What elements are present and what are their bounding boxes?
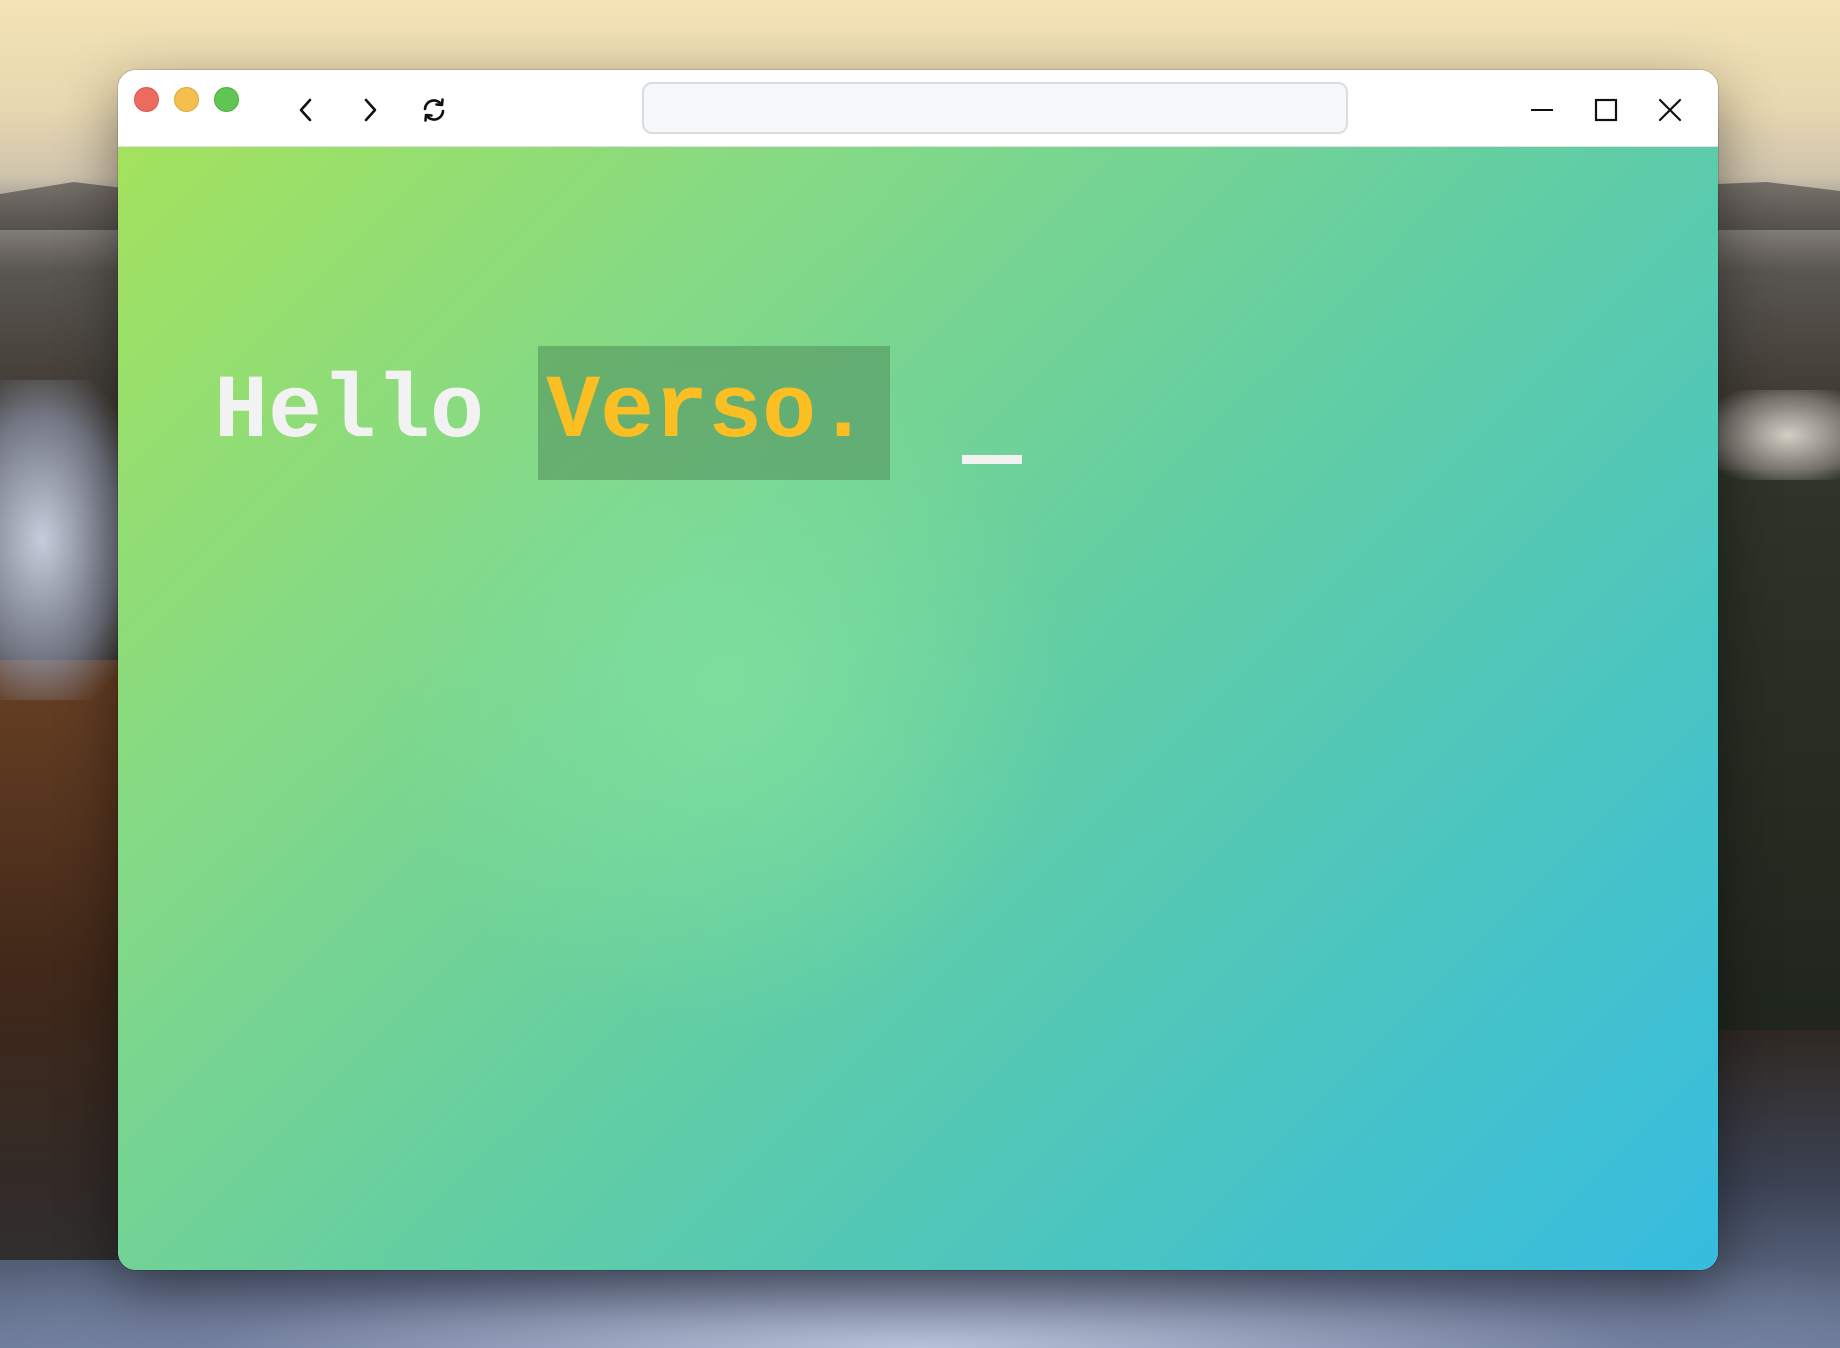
close-window-button[interactable] xyxy=(1650,90,1690,130)
chevron-left-icon xyxy=(299,98,312,122)
greeting-text: Hello xyxy=(214,362,485,464)
reload-button[interactable] xyxy=(414,90,454,130)
hero-heading: Hello Verso. xyxy=(214,346,891,480)
traffic-light-minimize[interactable] xyxy=(174,87,199,112)
title-bar xyxy=(118,70,1718,147)
forward-button[interactable] xyxy=(350,90,390,130)
browser-window: Hello Verso. xyxy=(118,70,1718,1270)
typing-cursor xyxy=(962,455,1022,464)
minimize-icon xyxy=(1531,109,1553,111)
address-bar[interactable] xyxy=(642,82,1348,134)
maximize-button[interactable] xyxy=(1586,90,1626,130)
fog-right xyxy=(1710,390,1840,480)
back-button[interactable] xyxy=(286,90,326,130)
maximize-icon xyxy=(1594,98,1618,122)
traffic-light-zoom[interactable] xyxy=(214,87,239,112)
reload-icon xyxy=(423,98,445,122)
highlighted-name: Verso. xyxy=(538,346,891,480)
minimize-button[interactable] xyxy=(1522,90,1562,130)
close-icon xyxy=(1658,98,1682,122)
page-content: Hello Verso. xyxy=(118,147,1718,1270)
greeting-space xyxy=(484,368,538,458)
forest-right xyxy=(1715,470,1840,1030)
forest-left xyxy=(0,660,120,1260)
chevron-right-icon xyxy=(364,98,377,122)
traffic-light-close[interactable] xyxy=(134,87,159,112)
